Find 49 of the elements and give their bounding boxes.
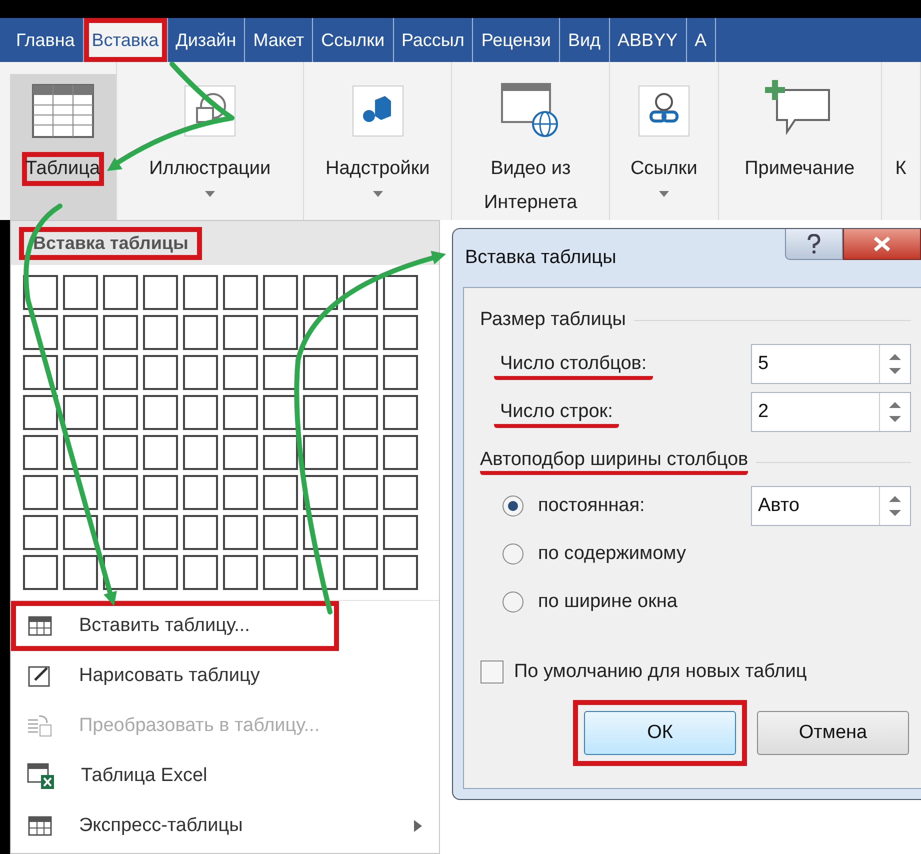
checkbox-label: По умолчанию для новых таблиц [514, 661, 807, 683]
help-button[interactable] [785, 229, 843, 260]
dialog-title: Вставка таблицы [465, 247, 618, 269]
excel-table-icon [27, 762, 55, 790]
spin-field[interactable]: 2 [751, 392, 911, 432]
ribbon-tab[interactable]: Вставка [84, 18, 168, 62]
button-label: Примечание [744, 157, 856, 181]
button-label: Видео из Интернета [482, 157, 578, 215]
menu-title: Вставка таблицы [19, 226, 202, 260]
radio-button[interactable] [502, 543, 524, 565]
close-icon [873, 236, 891, 252]
table-icon [27, 614, 53, 638]
radio-button[interactable] [502, 591, 524, 613]
button-label: Ссылки [629, 157, 698, 181]
link-icon [636, 84, 691, 138]
section-title: Автоподбор ширины столбцов [480, 449, 748, 475]
table-grid-picker[interactable] [23, 275, 418, 590]
close-button[interactable] [843, 229, 921, 260]
radio-label: по ширине окна [538, 591, 678, 613]
ribbon-button[interactable]: Примечание [718, 74, 881, 220]
radio-button[interactable] [502, 495, 524, 517]
convert-icon [27, 714, 53, 738]
menu-item[interactable]: Нарисовать таблицу [11, 651, 339, 701]
table-icon [27, 814, 53, 838]
radio-label: постоянная: [538, 495, 646, 517]
dialog-button[interactable]: Отмена [757, 711, 909, 755]
button-label: К [894, 157, 908, 181]
field-label: Число столбцов: [494, 353, 653, 380]
checkbox[interactable] [480, 660, 504, 684]
ribbon-button[interactable]: К [882, 74, 920, 220]
spin-field[interactable]: Авто [751, 486, 911, 526]
field-label: Число строк: [494, 401, 619, 428]
spin-field[interactable]: 5 [751, 344, 911, 384]
ribbon-button[interactable]: Иллюстрации [116, 74, 304, 220]
menu-item[interactable]: Таблица Excel [11, 751, 339, 801]
menu-item[interactable]: Вставить таблицу... [11, 601, 339, 651]
menu-item[interactable]: Экспресс-таблицы [11, 801, 439, 851]
ribbon-button[interactable]: Надстройки [304, 74, 452, 220]
help-icon [807, 234, 821, 254]
ribbon-button[interactable]: Видео из Интернета [452, 74, 610, 220]
radio-label: по содержимому [538, 543, 687, 565]
section-title: Размер таблицы [480, 309, 626, 331]
button-label: Иллюстрации [148, 157, 272, 181]
ribbon-button[interactable]: Ссылки [610, 74, 718, 220]
cube-icon [350, 84, 405, 138]
button-label: Надстройки [324, 157, 431, 181]
dialog-button[interactable]: ОК [584, 711, 736, 755]
table-icon [32, 84, 94, 138]
pencil-table-icon [27, 664, 53, 688]
